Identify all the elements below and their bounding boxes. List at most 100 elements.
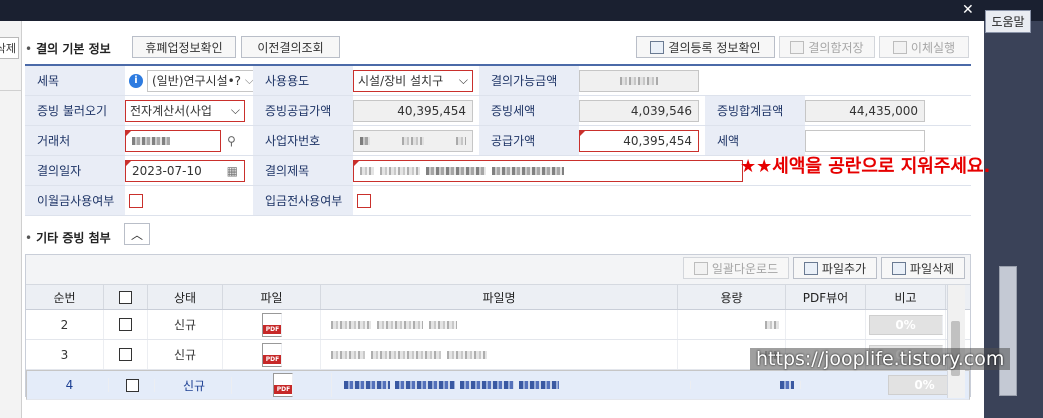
supply-amount-cell: 40,395,454	[579, 126, 705, 156]
usage-cell: 시설/장비 설치구 ⌵	[353, 66, 485, 96]
column-header-check	[104, 285, 148, 309]
section-title-basic: 결의 기본 정보	[25, 40, 111, 57]
background-delete-button[interactable]: 삭제	[0, 37, 19, 59]
calendar-icon[interactable]: ▦	[227, 164, 238, 178]
supply-amount-field[interactable]: 40,395,454	[579, 129, 699, 152]
attachment-grid: 일괄다운로드 파일추가 파일삭제 순번 상태 파일 파일명 용량 PDF뷰어 비…	[25, 254, 971, 400]
tax-amount-field[interactable]	[805, 129, 925, 152]
row-file-cell: PDF	[223, 310, 321, 339]
evidence-tax-field: 4,039,546	[579, 99, 699, 122]
resolution-date-cell: 2023-07-10 ▦	[125, 156, 253, 186]
resolution-date-label: 결의일자	[25, 156, 125, 186]
row-filename[interactable]	[321, 310, 678, 339]
save-resolution-button[interactable]: 결의함저장	[779, 36, 875, 58]
row-size	[693, 381, 801, 389]
evidence-supply-cell: 40,395,454	[353, 96, 479, 126]
resolution-title-label: 결의제목	[253, 156, 353, 186]
pdf-file-icon[interactable]: PDF	[261, 312, 282, 337]
row-check-cell	[104, 340, 148, 369]
add-file-icon	[803, 261, 818, 275]
help-button[interactable]: 도움말	[985, 10, 1031, 33]
resolution-date-field[interactable]: 2023-07-10 ▦	[125, 159, 245, 182]
table-row[interactable]: 4 신규 PDF 0%	[26, 370, 970, 400]
info-icon[interactable]: i	[129, 73, 143, 88]
collapse-toggle[interactable]: ︿	[124, 223, 150, 245]
load-evidence-cell: 전자계산서(사업 ⌵	[125, 96, 253, 126]
pdf-file-icon[interactable]: PDF	[261, 342, 282, 367]
pre-deposit-checkbox[interactable]	[357, 193, 371, 208]
pre-deposit-label: 입금전사용여부	[253, 186, 353, 216]
available-amount-label: 결의가능금액	[479, 66, 579, 96]
usage-select[interactable]: 시설/장비 설치구 ⌵	[353, 69, 473, 92]
delete-file-icon	[891, 261, 906, 275]
column-header: 순번	[26, 285, 104, 309]
load-evidence-select[interactable]: 전자계산서(사업 ⌵	[125, 99, 245, 122]
row-file-cell: PDF	[223, 340, 321, 369]
row-size	[678, 310, 786, 339]
warning-annotation: ★★세액을 공란으로 지워주세요.	[740, 156, 991, 177]
add-file-button[interactable]: 파일추가	[793, 257, 877, 279]
chevron-down-icon: ⌵	[230, 103, 240, 117]
transfer-icon	[892, 40, 907, 54]
row-checkbox[interactable]	[126, 378, 139, 392]
download-icon	[693, 261, 708, 275]
vendor-label: 거래처	[25, 126, 125, 156]
item-label: 세목	[25, 66, 125, 96]
vendor-cell: ⚲	[125, 126, 253, 156]
bulk-download-button[interactable]: 일괄다운로드	[683, 257, 789, 279]
close-icon[interactable]: ✕	[962, 2, 974, 18]
column-header: 상태	[148, 285, 223, 309]
chevron-down-icon: ⌵	[458, 73, 468, 87]
background-panel-box	[999, 266, 1017, 396]
carryover-checkbox[interactable]	[129, 193, 143, 208]
column-header: 비고	[866, 285, 946, 309]
document-arrow-icon	[650, 40, 665, 54]
grid-header: 순번 상태 파일 파일명 용량 PDF뷰어 비고	[26, 285, 970, 310]
business-number-cell	[353, 126, 479, 156]
row-checkbox[interactable]	[119, 318, 132, 331]
background-divider	[0, 90, 22, 91]
chevron-up-icon: ︿	[130, 227, 143, 242]
previous-resolution-button[interactable]: 이전결의조회	[241, 36, 340, 58]
vendor-field[interactable]	[125, 129, 221, 152]
row-number: 2	[26, 310, 104, 339]
evidence-total-label: 증빙합계금액	[705, 96, 805, 126]
watermark-text: https://jooplife.tistory.com	[750, 348, 1011, 370]
search-icon[interactable]: ⚲	[227, 134, 236, 148]
row-filename[interactable]	[334, 381, 691, 389]
row-pdf-viewer[interactable]	[786, 310, 866, 339]
select-all-checkbox[interactable]	[119, 290, 132, 304]
row-filename[interactable]	[321, 340, 678, 369]
supply-amount-label: 공급가액	[479, 126, 579, 156]
business-status-button[interactable]: 휴폐업정보확인	[132, 36, 236, 58]
business-number-label: 사업자번호	[253, 126, 353, 156]
column-header: 용량	[678, 285, 786, 309]
evidence-total-cell: 44,435,000	[805, 96, 971, 126]
progress-bar: 0%	[868, 314, 943, 335]
resolution-title-field[interactable]	[353, 159, 743, 182]
row-status: 신규	[148, 310, 223, 339]
carryover-cell	[125, 186, 253, 216]
row-number: 4	[31, 378, 109, 392]
row-checkbox[interactable]	[119, 348, 132, 361]
evidence-tax-cell: 4,039,546	[579, 96, 705, 126]
background-left-strip	[0, 21, 22, 418]
column-header: 파일명	[321, 285, 678, 309]
table-row[interactable]: 2 신규 PDF 0%	[26, 310, 970, 340]
load-evidence-label: 증빙 불러오기	[25, 96, 125, 126]
pdf-file-icon[interactable]: PDF	[272, 373, 293, 397]
available-amount-field	[579, 69, 699, 92]
register-info-button[interactable]: 결의등록 정보확인	[636, 36, 775, 58]
row-check-cell	[111, 378, 155, 392]
evidence-supply-field: 40,395,454	[353, 99, 473, 122]
business-number-field	[353, 129, 473, 152]
column-header: PDF뷰어	[786, 285, 866, 309]
edit-icon	[790, 40, 805, 54]
row-status: 신규	[148, 340, 223, 369]
item-select[interactable]: (일반)연구시설•? ⌵	[147, 69, 259, 92]
delete-file-button[interactable]: 파일삭제	[881, 257, 965, 279]
column-header: 파일	[223, 285, 321, 309]
evidence-supply-label: 증빙공급가액	[253, 96, 353, 126]
transfer-button[interactable]: 이체실행	[879, 36, 969, 58]
evidence-total-field: 44,435,000	[805, 99, 925, 122]
